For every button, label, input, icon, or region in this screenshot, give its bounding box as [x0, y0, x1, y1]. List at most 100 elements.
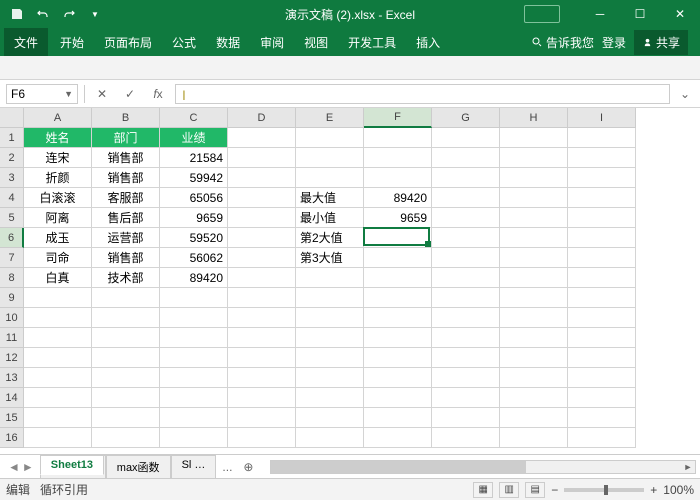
row-header-7[interactable]: 7 — [0, 248, 24, 268]
col-header-C[interactable]: C — [160, 108, 228, 128]
cell-F12[interactable] — [364, 348, 432, 368]
cell-H6[interactable] — [500, 228, 568, 248]
cell-H13[interactable] — [500, 368, 568, 388]
cell-I1[interactable] — [568, 128, 636, 148]
cell-A4[interactable]: 白滚滚 — [24, 188, 92, 208]
scroll-thumb[interactable] — [271, 461, 525, 473]
cell-G11[interactable] — [432, 328, 500, 348]
zoom-in-button[interactable]: + — [650, 483, 657, 497]
cell-E11[interactable] — [296, 328, 364, 348]
cell-F6[interactable] — [364, 228, 432, 248]
add-sheet-button[interactable]: ⊕ — [238, 460, 258, 474]
cell-E4[interactable]: 最大值 — [296, 188, 364, 208]
cell-D7[interactable] — [228, 248, 296, 268]
cell-H4[interactable] — [500, 188, 568, 208]
minimize-button[interactable]: ─ — [580, 0, 620, 28]
cell-G13[interactable] — [432, 368, 500, 388]
row-header-8[interactable]: 8 — [0, 268, 24, 288]
cell-G12[interactable] — [432, 348, 500, 368]
redo-icon[interactable] — [58, 3, 80, 25]
col-header-G[interactable]: G — [432, 108, 500, 128]
cell-C16[interactable] — [160, 428, 228, 448]
cell-F14[interactable] — [364, 388, 432, 408]
cell-I7[interactable] — [568, 248, 636, 268]
cell-H8[interactable] — [500, 268, 568, 288]
cell-A8[interactable]: 白真 — [24, 268, 92, 288]
cell-I9[interactable] — [568, 288, 636, 308]
cell-A5[interactable]: 阿离 — [24, 208, 92, 228]
qat-dropdown-icon[interactable]: ▼ — [84, 3, 106, 25]
cell-C5[interactable]: 9659 — [160, 208, 228, 228]
tab-页面布局[interactable]: 页面布局 — [94, 28, 162, 57]
cell-E10[interactable] — [296, 308, 364, 328]
row-header-3[interactable]: 3 — [0, 168, 24, 188]
cell-H7[interactable] — [500, 248, 568, 268]
cell-A16[interactable] — [24, 428, 92, 448]
cell-B5[interactable]: 售后部 — [92, 208, 160, 228]
enter-button[interactable]: ✓ — [119, 84, 141, 104]
cell-G2[interactable] — [432, 148, 500, 168]
cell-B3[interactable]: 销售部 — [92, 168, 160, 188]
cell-A10[interactable] — [24, 308, 92, 328]
sheet-tab-2[interactable]: max函数 — [106, 455, 171, 478]
cell-C10[interactable] — [160, 308, 228, 328]
cell-I8[interactable] — [568, 268, 636, 288]
cell-G16[interactable] — [432, 428, 500, 448]
cell-D13[interactable] — [228, 368, 296, 388]
cell-I3[interactable] — [568, 168, 636, 188]
cell-F5[interactable]: 9659 — [364, 208, 432, 228]
cell-A15[interactable] — [24, 408, 92, 428]
cell-H11[interactable] — [500, 328, 568, 348]
cell-G6[interactable] — [432, 228, 500, 248]
tellme-button[interactable]: 告诉我您 — [531, 34, 594, 51]
col-header-D[interactable]: D — [228, 108, 296, 128]
cell-F15[interactable] — [364, 408, 432, 428]
login-button[interactable]: 登录 — [602, 34, 626, 51]
col-header-I[interactable]: I — [568, 108, 636, 128]
cell-B2[interactable]: 销售部 — [92, 148, 160, 168]
sheet-next-icon[interactable]: ► — [22, 460, 34, 474]
cell-F11[interactable] — [364, 328, 432, 348]
cell-E14[interactable] — [296, 388, 364, 408]
cell-C8[interactable]: 89420 — [160, 268, 228, 288]
cell-C1[interactable]: 业绩 — [160, 128, 228, 148]
zoom-slider[interactable] — [564, 488, 644, 492]
cell-C2[interactable]: 21584 — [160, 148, 228, 168]
tab-file[interactable]: 文件 — [4, 28, 48, 57]
col-header-F[interactable]: F — [364, 108, 432, 128]
cell-E6[interactable]: 第2大值 — [296, 228, 364, 248]
cell-F2[interactable] — [364, 148, 432, 168]
cell-G10[interactable] — [432, 308, 500, 328]
cell-E8[interactable] — [296, 268, 364, 288]
cell-G1[interactable] — [432, 128, 500, 148]
cell-I10[interactable] — [568, 308, 636, 328]
cell-F1[interactable] — [364, 128, 432, 148]
sheet-more[interactable]: ... — [218, 460, 236, 474]
cell-B1[interactable]: 部门 — [92, 128, 160, 148]
view-layout-icon[interactable]: ▥ — [499, 482, 519, 498]
cell-H5[interactable] — [500, 208, 568, 228]
cell-D10[interactable] — [228, 308, 296, 328]
cell-A1[interactable]: 姓名 — [24, 128, 92, 148]
cell-H15[interactable] — [500, 408, 568, 428]
cell-I2[interactable] — [568, 148, 636, 168]
row-header-6[interactable]: 6 — [0, 228, 24, 248]
cell-F8[interactable] — [364, 268, 432, 288]
cell-D11[interactable] — [228, 328, 296, 348]
formula-input[interactable]: I — [175, 84, 670, 104]
cell-D3[interactable] — [228, 168, 296, 188]
cell-E3[interactable] — [296, 168, 364, 188]
tab-插入[interactable]: 插入 — [406, 28, 450, 57]
col-header-A[interactable]: A — [24, 108, 92, 128]
cell-C6[interactable]: 59520 — [160, 228, 228, 248]
expand-formula-icon[interactable]: ⌄ — [676, 87, 694, 101]
cell-I16[interactable] — [568, 428, 636, 448]
cell-E12[interactable] — [296, 348, 364, 368]
tab-开始[interactable]: 开始 — [50, 28, 94, 57]
cell-I14[interactable] — [568, 388, 636, 408]
row-header-1[interactable]: 1 — [0, 128, 24, 148]
cell-B15[interactable] — [92, 408, 160, 428]
cell-F10[interactable] — [364, 308, 432, 328]
cell-I5[interactable] — [568, 208, 636, 228]
cell-H3[interactable] — [500, 168, 568, 188]
